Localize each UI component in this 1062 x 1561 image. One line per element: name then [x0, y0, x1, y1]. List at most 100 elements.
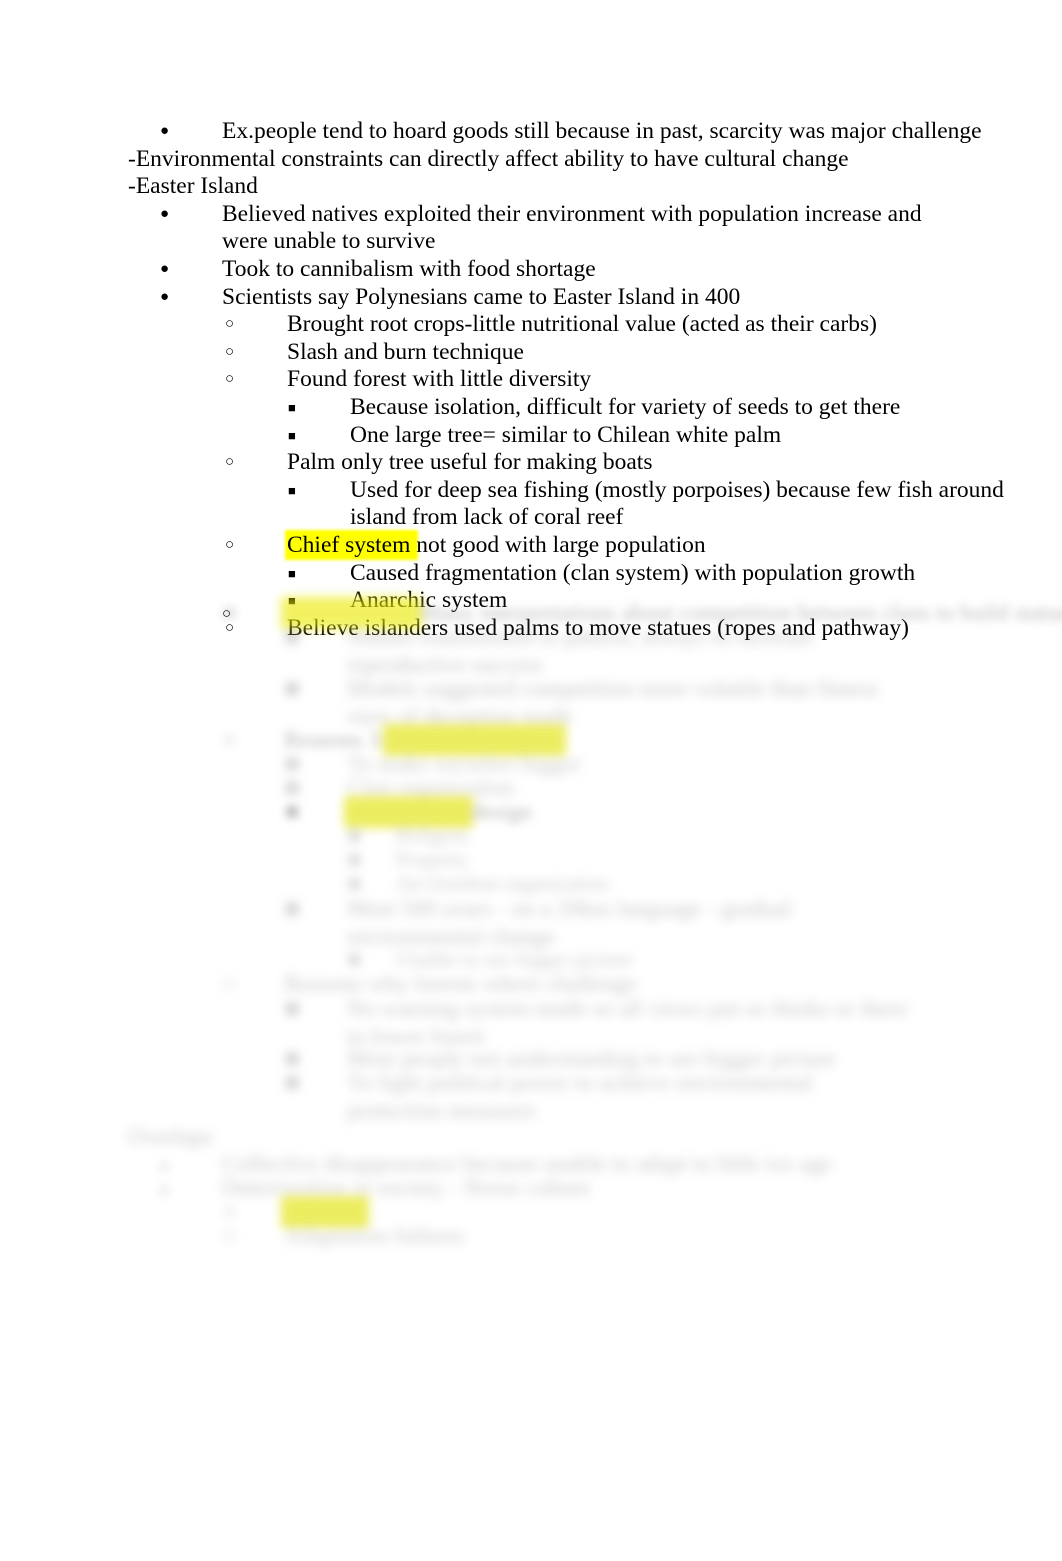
bullet-square-icon: ■ — [285, 1070, 300, 1096]
bullet-circle-icon: ○ — [225, 316, 235, 333]
list-item: ■ Used for deep sea fishing (mostly porp… — [288, 477, 1013, 532]
blurred-list-item: ■ Property — [348, 847, 468, 872]
bullet-disc-icon: ● — [160, 123, 170, 139]
bullet-circle-icon: ○ — [225, 343, 235, 360]
blurred-text: Religion — [396, 823, 469, 847]
blurred-section-heading: Overlaps — [128, 1124, 213, 1150]
bullet-circle-icon: ○ — [222, 971, 237, 997]
list-item-label: Anarchic system — [350, 587, 508, 614]
blurred-list-item: ■ Unable to see bigger picture — [348, 947, 633, 972]
blurred-list-item: ■ Most people not understanding to see bi… — [285, 1046, 836, 1074]
bullet-circle-icon: ○ — [225, 536, 235, 553]
blurred-text: Deterioration in society - Norse culture — [222, 1175, 591, 1201]
highlighted-text — [386, 727, 563, 753]
blurred-list-item: ● Collective disappearance because unable… — [160, 1151, 832, 1182]
bullet-circle-icon: ○ — [222, 1223, 237, 1249]
bullet-square-small-icon: ■ — [348, 847, 361, 871]
list-item-label: Ex.people tend to hoard goods still beca… — [222, 118, 982, 144]
blurred-text: Property — [396, 847, 469, 871]
list-item-label: Believe islanders used palms to move sta… — [287, 614, 909, 641]
list-item-label: Believed natives exploited their environ… — [222, 200, 922, 255]
blurred-list-item: ■ Models suggested competition more volat… — [285, 676, 925, 731]
list-item: ● Took to cannibalism with food shortage — [160, 256, 918, 284]
list-item: ○ Brought root crops-little nutritional … — [225, 311, 918, 339]
blurred-list-item: ■ No warning system made so all views put… — [285, 996, 935, 1051]
list-item: ■ Anarchic system — [288, 587, 918, 615]
blurred-text: Most people not understanding to see big… — [347, 1046, 836, 1072]
bullet-circle-icon: ○ — [222, 606, 232, 622]
bullet-square-icon: ■ — [288, 482, 296, 498]
list-item-label: -Easter Island — [128, 173, 258, 200]
bullet-square-icon: ■ — [285, 775, 300, 801]
bullet-square-icon: ■ — [285, 751, 300, 777]
blurred-text: Unable to see bigger picture — [396, 947, 633, 971]
blurred-list-item: ■ Religion — [348, 823, 468, 848]
blurred-text: No warning system made so all views put … — [347, 996, 908, 1050]
bullet-square-small-icon: ■ — [348, 823, 361, 847]
bullet-disc-icon: ● — [160, 205, 170, 222]
bullet-disc-icon: ● — [160, 1183, 170, 1199]
bullet-square-icon: ■ — [288, 565, 296, 581]
bullet-circle-icon: ○ — [225, 371, 235, 388]
blurred-text: Models suggested competition more volati… — [347, 676, 879, 730]
list-item: ○ Believe islanders used palms to move s… — [225, 615, 918, 643]
blurred-text: To fight political power to achieve envi… — [347, 1070, 813, 1124]
highlighted-text — [284, 1199, 367, 1225]
bullet-square-small-icon: ■ — [348, 947, 361, 971]
bullet-square-icon: ■ — [285, 896, 300, 922]
blurred-lead-text: Reasons 3: — [284, 727, 387, 753]
bullet-circle-icon: ○ — [222, 1199, 237, 1225]
bullet-square-icon: ■ — [288, 427, 296, 443]
list-item-label: Because isolation, difficult for variety… — [350, 393, 901, 420]
list-item: ● Scientists say Polynesians came to Eas… — [160, 284, 918, 312]
list-item-label: Palm only tree useful for making boats — [287, 449, 653, 476]
list-item: ■ Caused fragmentation (clan system) wit… — [288, 560, 918, 588]
blurred-text: Most 500 years - on a 20km language - gr… — [347, 896, 792, 950]
bullet-square-icon: ■ — [288, 593, 296, 609]
blurred-list-item: ● Deterioration in society - Norse cultur… — [160, 1175, 591, 1206]
bullet-square-icon: ■ — [285, 996, 300, 1022]
blurred-list-item: ○ Reasons 3: — [222, 727, 563, 755]
list-item: ■ Because isolation, difficult for varie… — [288, 394, 918, 422]
bullet-square-icon: ■ — [288, 399, 296, 415]
bullet-square-icon: ■ — [285, 676, 300, 702]
list-item: ■ One large tree= similar to Chilean whi… — [288, 422, 918, 450]
blurred-list-item: ○ Reasons why forests where challenge — [222, 971, 636, 999]
list-item: ● Believed natives exploited their envir… — [160, 201, 950, 256]
highlighted-text: Chief system — [287, 531, 417, 558]
blurred-text: Reasons why forests where challenge — [284, 971, 637, 997]
list-item-label: Caused fragmentation (clan system) with … — [350, 559, 916, 586]
blurred-text: Adaptation failures — [284, 1223, 465, 1249]
blurred-text: Collective disappearance because unable … — [222, 1151, 833, 1177]
bullet-circle-icon: ○ — [225, 454, 235, 471]
list-item-label: Took to cannibalism with food shortage — [222, 255, 596, 282]
list-item-label: Brought root crops-little nutritional va… — [287, 311, 877, 338]
blurred-list-item: ■ design — [285, 799, 532, 827]
list-item: -Environmental constraints can directly … — [128, 146, 918, 174]
bullet-disc-icon: ● — [160, 288, 170, 305]
list-item: ○ Found forest with little diversity — [225, 366, 918, 394]
list-item: -Easter Island — [128, 173, 918, 201]
list-item-label: -Environmental constraints can directly … — [128, 145, 849, 172]
list-item: ○ Slash and burn technique — [225, 339, 918, 367]
bullet-disc-icon: ● — [160, 260, 170, 277]
list-item-label: Slash and burn technique — [287, 338, 524, 365]
blurred-list-item: ○ — [222, 1199, 367, 1227]
blurred-list-item: ○ Adaptation failures — [222, 1223, 465, 1251]
blurred-list-item: ■ Clan organization — [285, 775, 514, 803]
blurred-trail-text: design — [470, 799, 532, 825]
list-item-label: Used for deep sea fishing (mostly porpoi… — [350, 476, 1004, 531]
bullet-square-icon: ■ — [285, 799, 300, 825]
list-item: ○ Palm only tree useful for making boats — [225, 449, 918, 477]
blurred-list-item: ■ Most 500 years - on a 20km language - g… — [285, 896, 925, 951]
list-item: ○ Chief system not good with large popul… — [225, 531, 918, 560]
blurred-text: Art freedom organization — [396, 871, 610, 895]
bullet-circle-icon: ○ — [222, 727, 237, 753]
document-page: ● Ex.people tend to hoard goods still be… — [0, 0, 1062, 1561]
bullet-disc-icon: ● — [160, 1159, 170, 1175]
blurred-list-item: ■ To make societies bigger — [285, 751, 581, 779]
list-item-label: Chief system not good with large populat… — [287, 531, 706, 560]
blurred-text: Clan organization — [347, 775, 515, 801]
list-item-label: One large tree= similar to Chilean white… — [350, 421, 782, 448]
highlighted-text — [347, 799, 471, 825]
